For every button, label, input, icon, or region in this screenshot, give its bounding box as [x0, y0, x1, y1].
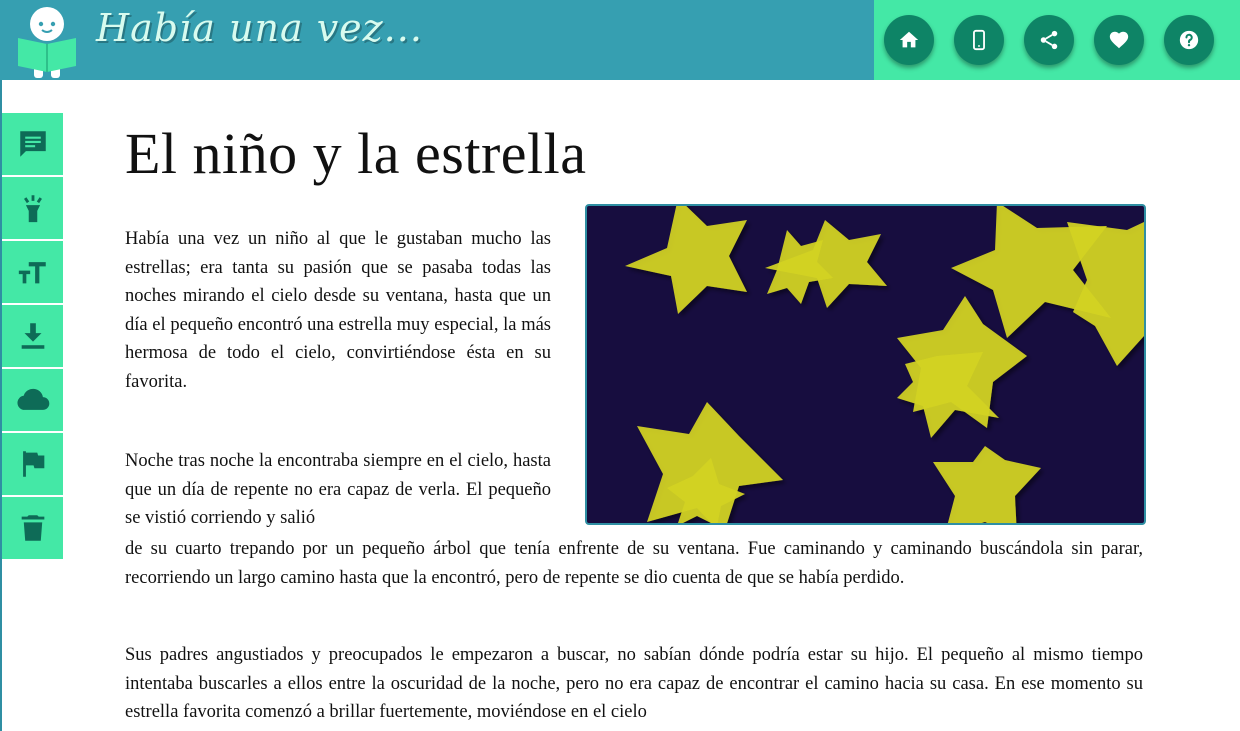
story-title: El niño y la estrella	[125, 121, 587, 186]
help-icon	[1179, 30, 1199, 50]
logo-icon[interactable]	[14, 4, 80, 80]
share-button[interactable]	[1024, 15, 1074, 65]
story-paragraph-2-end: de su cuarto trepando por un pequeño árb…	[125, 539, 1143, 588]
story-illustration	[585, 204, 1146, 525]
text-size-icon	[18, 262, 46, 284]
text-size-button[interactable]	[2, 241, 63, 305]
brand-title[interactable]: Había una vez...	[96, 6, 423, 50]
heart-icon	[1109, 31, 1129, 49]
delete-button[interactable]	[2, 497, 63, 561]
report-button[interactable]	[2, 433, 63, 497]
comments-button[interactable]	[2, 113, 63, 177]
header-actions	[874, 0, 1240, 80]
highlight-button[interactable]	[2, 177, 63, 241]
share-icon	[1040, 30, 1058, 50]
story-paragraph-1: Había una vez un niño al que le gustaban…	[125, 229, 551, 392]
mobile-icon	[973, 29, 985, 51]
help-button[interactable]	[1164, 15, 1214, 65]
cloud-icon	[16, 388, 49, 410]
story-paragraph-2-start: Noche tras noche la encontraba siempre e…	[125, 451, 551, 528]
mobile-button[interactable]	[954, 15, 1004, 65]
brand-bar: Había una vez...	[0, 0, 874, 80]
download-button[interactable]	[2, 305, 63, 369]
trash-icon	[21, 515, 44, 541]
stars-illustration	[625, 206, 1144, 523]
home-icon	[899, 31, 919, 48]
home-button[interactable]	[884, 15, 934, 65]
tools-sidebar	[2, 113, 63, 561]
download-icon	[21, 323, 44, 349]
comment-icon	[19, 131, 46, 157]
flag-icon	[22, 451, 44, 477]
favorite-button[interactable]	[1094, 15, 1144, 65]
top-bar: Había una vez...	[0, 0, 1240, 80]
cloud-button[interactable]	[2, 369, 63, 433]
flashlight-icon	[23, 195, 42, 223]
story-paragraph-3: Sus padres angustiados y preocupados le …	[125, 645, 1143, 722]
